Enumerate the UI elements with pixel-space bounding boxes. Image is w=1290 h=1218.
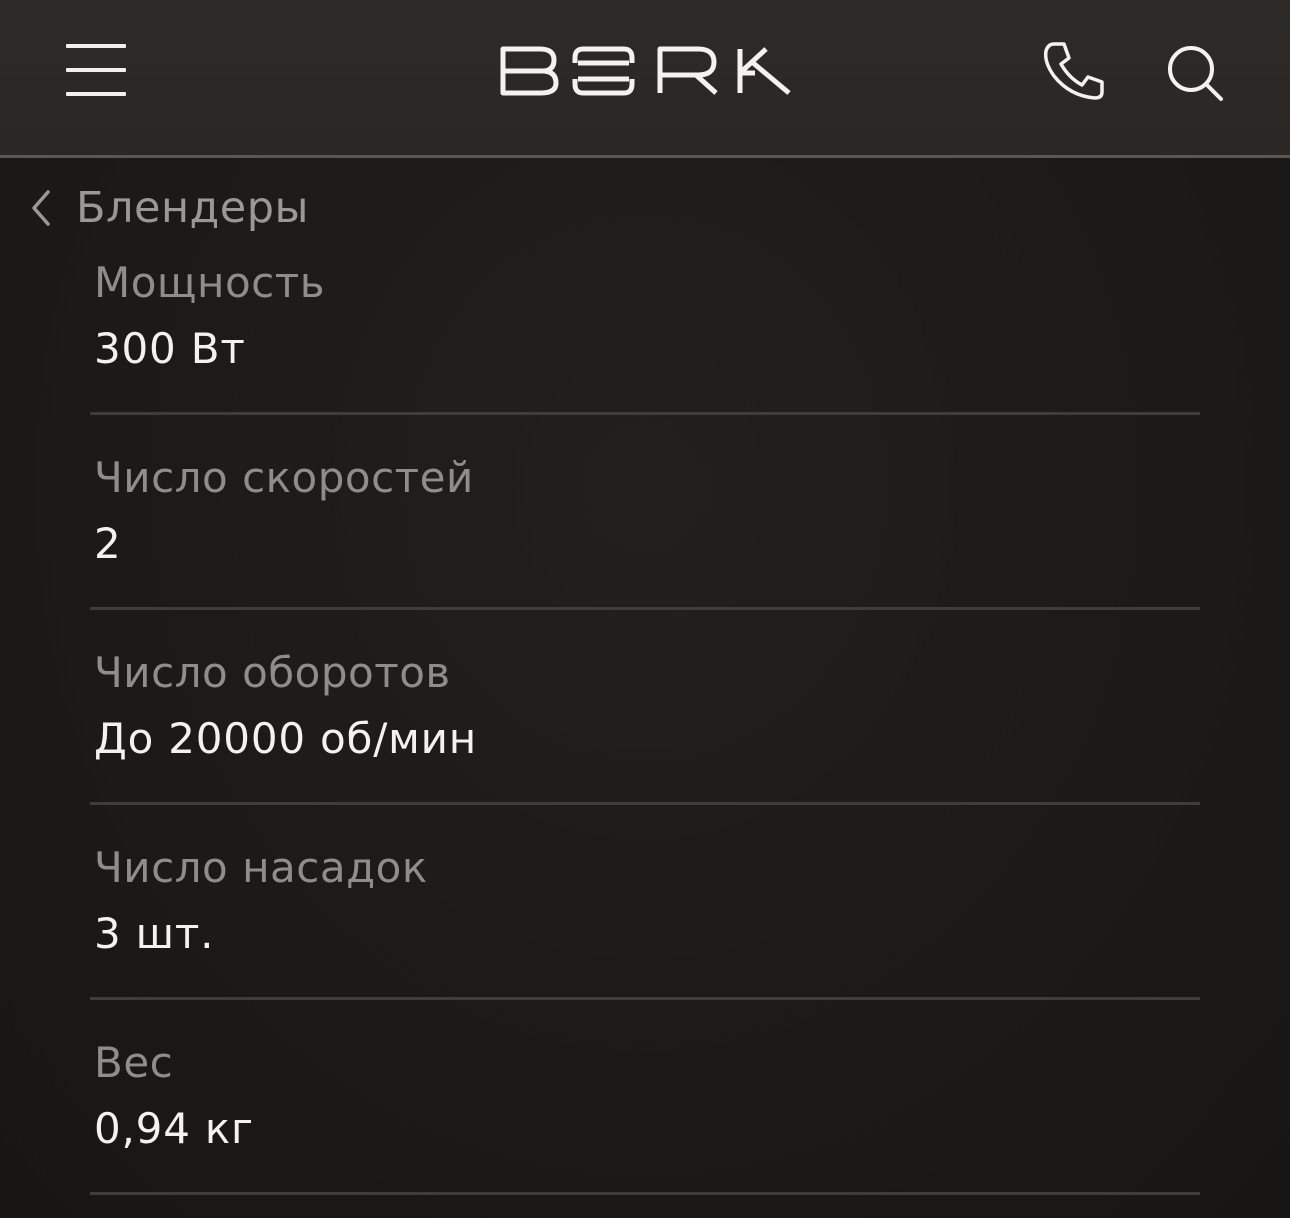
phone-icon[interactable] xyxy=(1040,40,1106,102)
spec-value: 0,94 кг xyxy=(94,1104,254,1153)
hamburger-menu-icon[interactable] xyxy=(66,44,126,96)
spec-label: Вес xyxy=(94,1038,174,1087)
menu-line xyxy=(66,92,126,96)
menu-line xyxy=(66,44,126,48)
breadcrumb-back-link[interactable]: Блендеры xyxy=(28,178,309,238)
divider xyxy=(90,1192,1200,1195)
divider xyxy=(90,607,1200,610)
menu-line xyxy=(66,68,126,72)
top-header xyxy=(0,0,1290,158)
spec-value: 3 шт. xyxy=(94,909,215,958)
chevron-left-icon xyxy=(32,190,50,226)
page: Блендеры Мощность 300 Вт Число скоростей… xyxy=(0,0,1290,1218)
breadcrumb-label: Блендеры xyxy=(76,183,309,233)
spec-value: 2 xyxy=(94,519,122,568)
bork-logo-mark xyxy=(500,46,791,96)
spec-label: Число оборотов xyxy=(94,648,451,697)
phone-icon-graphic xyxy=(1043,42,1104,100)
spec-label: Число скоростей xyxy=(94,453,474,502)
spec-row-weight: Вес 0,94 кг xyxy=(0,1032,1290,1218)
search-icon[interactable] xyxy=(1166,44,1224,102)
spec-label: Мощность xyxy=(94,258,325,307)
specs-list: Мощность 300 Вт Число скоростей 2 Число … xyxy=(0,252,1290,1218)
spec-row-attachments: Число насадок 3 шт. xyxy=(0,837,1290,1032)
search-icon-graphic xyxy=(1168,46,1223,101)
spec-row-speeds: Число скоростей 2 xyxy=(0,447,1290,642)
divider xyxy=(90,997,1200,1000)
spec-row-rpm: Число оборотов До 20000 об/мин xyxy=(0,642,1290,837)
spec-label: Число насадок xyxy=(94,843,428,892)
divider xyxy=(90,802,1200,805)
spec-value: 300 Вт xyxy=(94,324,246,373)
spec-row-power: Мощность 300 Вт xyxy=(0,252,1290,447)
spec-value: До 20000 об/мин xyxy=(94,714,478,763)
bork-logo[interactable] xyxy=(500,46,792,96)
divider xyxy=(90,412,1200,415)
